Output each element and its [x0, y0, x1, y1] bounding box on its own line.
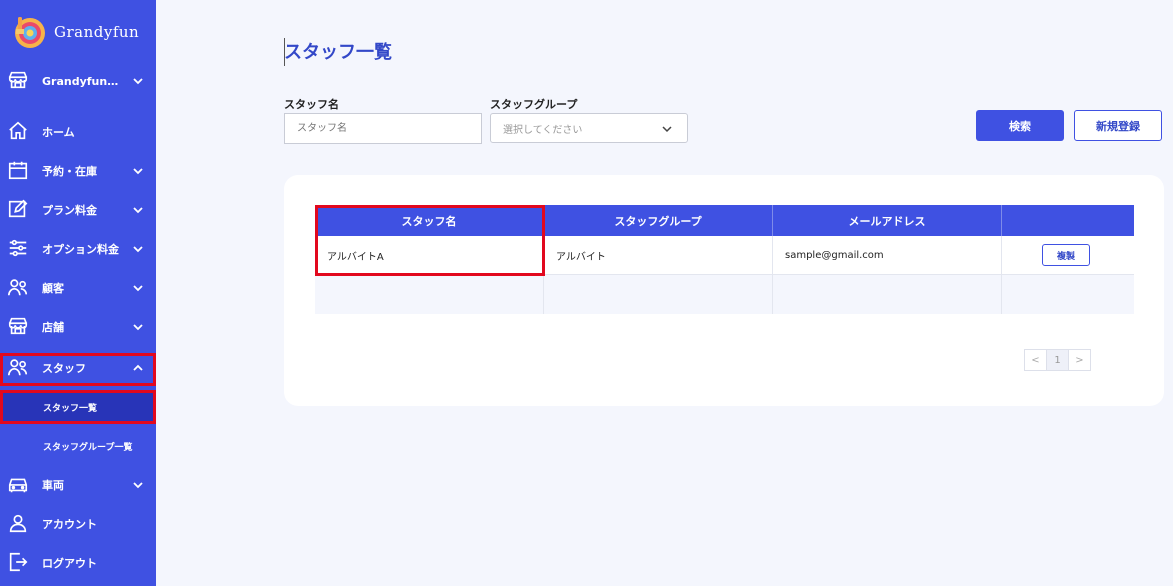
search-button[interactable]: 検索 — [976, 110, 1064, 141]
cell-action: 複製 — [1002, 236, 1134, 274]
column-header-staff-group: スタッフグループ — [544, 205, 773, 236]
sidebar-item-label: ログアウト — [42, 557, 97, 570]
sidebar-subitem-staff-group-list[interactable]: スタッフグループ一覧 — [0, 429, 156, 463]
store-selector-label: Grandyfun… — [42, 74, 119, 88]
sidebar-item-account[interactable]: アカウント — [0, 506, 156, 542]
pagination: < 1 > — [1024, 349, 1091, 371]
users-icon — [8, 359, 28, 376]
sidebar-item-reservation[interactable]: 予約・在庫 — [0, 153, 156, 189]
sidebar: Grandyfun Grandyfun… ホーム 予約・在庫 プラン料金 オプシ… — [0, 0, 156, 586]
sidebar-item-label: 店舗 — [42, 321, 64, 334]
chevron-down-icon — [133, 324, 143, 331]
calendar-icon — [8, 161, 28, 180]
chevron-down-icon — [133, 168, 143, 175]
store-selector[interactable]: Grandyfun… — [0, 63, 156, 99]
sidebar-item-label: スタッフ — [42, 362, 86, 375]
column-header-staff-name: スタッフ名 — [315, 205, 544, 236]
cell-staff-group: アルバイト — [544, 236, 773, 274]
store-icon — [8, 71, 28, 89]
edit-icon — [8, 199, 28, 218]
staff-group-select[interactable]: 選択してください — [490, 113, 688, 143]
sidebar-item-label: オプション料金 — [42, 243, 119, 256]
cell-staff-name: アルバイトA — [315, 236, 544, 274]
sidebar-item-vehicles[interactable]: 車両 — [0, 467, 156, 503]
logo[interactable]: Grandyfun — [12, 12, 139, 52]
sidebar-item-home[interactable]: ホーム — [0, 114, 156, 150]
chevron-down-icon — [133, 246, 143, 253]
users-icon — [8, 279, 28, 296]
sidebar-item-label: アカウント — [42, 518, 97, 531]
chevron-down-icon — [133, 207, 143, 214]
staff-name-label: スタッフ名 — [284, 98, 339, 111]
chevron-down-icon — [662, 126, 672, 133]
staff-name-input[interactable] — [284, 113, 482, 144]
sidebar-item-label: 車両 — [42, 479, 64, 492]
duplicate-button[interactable]: 複製 — [1042, 244, 1090, 266]
logo-icon — [12, 15, 46, 49]
sidebar-item-logout[interactable]: ログアウト — [0, 545, 156, 581]
pagination-next[interactable]: > — [1068, 349, 1091, 371]
logout-icon — [9, 552, 28, 572]
sidebar-item-option-price[interactable]: オプション料金 — [0, 231, 156, 267]
cell-empty — [544, 275, 773, 314]
sidebar-subitem-label: スタッフ一覧 — [43, 403, 98, 414]
store-icon — [8, 317, 28, 335]
new-register-button[interactable]: 新規登録 — [1074, 110, 1162, 141]
table-row[interactable]: アルバイトA アルバイト sample@gmail.com 複製 — [315, 236, 1134, 275]
page-title: スタッフ一覧 — [284, 42, 392, 63]
pagination-prev[interactable]: < — [1024, 349, 1047, 371]
pagination-page[interactable]: 1 — [1046, 349, 1069, 371]
sidebar-item-label: ホーム — [42, 126, 75, 139]
chevron-up-icon — [133, 364, 143, 371]
sidebar-item-stores[interactable]: 店舗 — [0, 309, 156, 345]
sidebar-item-label: 予約・在庫 — [42, 165, 97, 178]
sidebar-item-label: プラン料金 — [42, 204, 97, 217]
staff-group-label: スタッフグループ — [490, 98, 578, 111]
sidebar-item-label: 顧客 — [42, 282, 64, 295]
sidebar-subitem-label: スタッフグループ一覧 — [43, 442, 133, 453]
column-header-email: メールアドレス — [773, 205, 1002, 236]
sliders-icon — [9, 239, 27, 257]
chevron-down-icon — [133, 78, 143, 85]
cell-email: sample@gmail.com — [773, 236, 1002, 274]
car-icon — [8, 478, 28, 493]
sidebar-item-staff[interactable]: スタッフ — [0, 350, 156, 386]
staff-group-selected: 選択してください — [503, 124, 583, 136]
sidebar-subitem-staff-list[interactable]: スタッフ一覧 — [0, 390, 156, 424]
home-icon — [9, 121, 27, 140]
staff-table: スタッフ名 スタッフグループ メールアドレス アルバイトA アルバイト samp… — [315, 205, 1134, 314]
cell-empty — [315, 275, 544, 314]
chevron-down-icon — [133, 482, 143, 489]
cell-empty — [1002, 275, 1134, 314]
logo-text: Grandyfun — [54, 23, 140, 41]
chevron-down-icon — [133, 285, 143, 292]
sidebar-item-customers[interactable]: 顧客 — [0, 270, 156, 306]
cell-empty — [773, 275, 1002, 314]
column-header-action — [1002, 205, 1134, 236]
table-row-empty — [315, 275, 1134, 314]
table-header: スタッフ名 スタッフグループ メールアドレス — [315, 205, 1134, 236]
user-icon — [9, 514, 27, 533]
sidebar-item-plan-price[interactable]: プラン料金 — [0, 192, 156, 228]
